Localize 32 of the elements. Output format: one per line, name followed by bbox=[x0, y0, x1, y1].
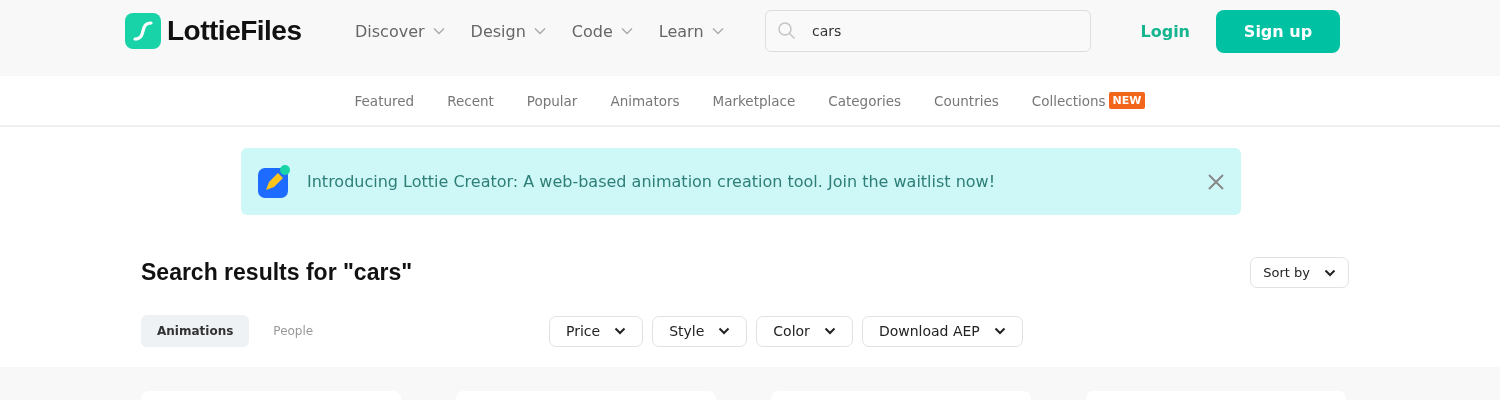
nav-menu[interactable]: Learn bbox=[658, 21, 724, 41]
subnav-link[interactable]: Collections NEW bbox=[1031, 92, 1146, 109]
subnav-link[interactable]: Categories bbox=[828, 92, 902, 109]
subnav-link[interactable]: Animators bbox=[610, 92, 680, 109]
close-icon[interactable] bbox=[1207, 172, 1225, 191]
subnav-link[interactable]: Popular bbox=[526, 92, 578, 109]
filter-dropdown[interactable]: Color bbox=[756, 315, 853, 347]
banner-text: Introducing Lottie Creator: A web-based animation creation tool. Join the waitlist now! bbox=[307, 172, 996, 191]
filter-dropdown[interactable]: Download AEP bbox=[861, 315, 1023, 347]
subnav-link[interactable]: Marketplace bbox=[712, 92, 796, 109]
results-tab[interactable]: People bbox=[257, 315, 330, 347]
chevron-down-icon[interactable] bbox=[1324, 268, 1336, 277]
pencil-icon bbox=[257, 164, 291, 199]
filter-dropdown[interactable]: Style bbox=[652, 315, 748, 347]
nav-menu[interactable]: Discover bbox=[355, 21, 445, 41]
chevron-down-icon[interactable] bbox=[823, 327, 836, 335]
nav-menu[interactable]: Design bbox=[470, 21, 546, 41]
new-badge: NEW bbox=[1108, 92, 1146, 109]
filter-dropdown[interactable]: Price bbox=[549, 315, 644, 347]
subnav-link[interactable]: Countries bbox=[934, 92, 999, 109]
logo-icon[interactable] bbox=[125, 13, 161, 49]
search-field[interactable]: cars bbox=[765, 10, 1091, 52]
results-title: Search results for "cars" bbox=[141, 259, 413, 286]
subnav-link[interactable]: Recent bbox=[447, 92, 494, 109]
results-tab[interactable]: Animations bbox=[141, 315, 250, 347]
chevron-down-icon[interactable] bbox=[718, 327, 731, 335]
sort-dropdown[interactable]: Sort by bbox=[1250, 257, 1349, 288]
chevron-down-icon[interactable] bbox=[993, 327, 1006, 335]
chevron-down-icon[interactable] bbox=[614, 327, 627, 335]
subnav-link[interactable]: Featured bbox=[354, 92, 415, 109]
logo-text[interactable]: LottieFiles bbox=[167, 15, 302, 47]
nav-menu[interactable]: Code bbox=[571, 21, 633, 41]
